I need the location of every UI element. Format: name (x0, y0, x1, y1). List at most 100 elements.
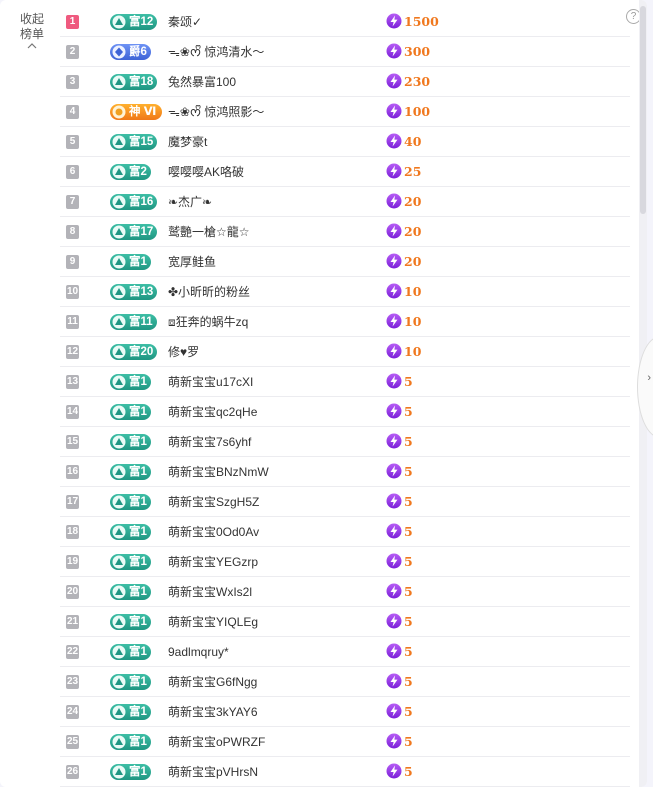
ranking-row[interactable]: 3 富18 兔然暴富100 230 (60, 67, 630, 97)
ranking-row[interactable]: 19 富1 萌新宝宝YEGzrp 5 (60, 547, 630, 577)
ranking-row[interactable]: 14 富1 萌新宝宝qc2qHe 5 (60, 397, 630, 427)
scrollbar-thumb[interactable] (640, 6, 646, 214)
ranking-row[interactable]: 5 富15 魔梦豪t 40 (60, 127, 630, 157)
rank-number: 9 (66, 255, 79, 269)
user-name[interactable]: 萌新宝宝BNzNmW (168, 464, 269, 480)
user-name[interactable]: 萌新宝宝0Od0Av (168, 524, 259, 540)
ranking-row[interactable]: 17 富1 萌新宝宝SzgH5Z 5 (60, 487, 630, 517)
collapse-ranking-button[interactable]: 收起榜单 (17, 12, 47, 49)
level-badge-label: 富1 (129, 406, 147, 418)
user-name[interactable]: 修♥罗 (168, 344, 199, 360)
fu-level-icon (112, 15, 126, 34)
fu-level-icon (112, 345, 126, 364)
level-badge: 富1 (110, 554, 151, 570)
ranking-row[interactable]: 16 富1 萌新宝宝BNzNmW 5 (60, 457, 630, 487)
ranking-row[interactable]: 20 富1 萌新宝宝WxIs2l 5 (60, 577, 630, 607)
user-name[interactable]: 秦颂✓ (168, 14, 202, 30)
fu-level-icon (112, 405, 126, 424)
ranking-row[interactable]: 8 富17 鹫艷一槍☆龍☆ 20 (60, 217, 630, 247)
user-name[interactable]: ᯓ❀ᰔᩚ 惊鸿照影～ (168, 104, 264, 120)
level-badge: 富13 (110, 284, 158, 300)
user-name[interactable]: 萌新宝宝qc2qHe (168, 404, 257, 420)
level-badge: 富2 (110, 164, 151, 180)
score-value: 5 (404, 764, 413, 779)
ranking-row[interactable]: 2 爵6 ᯓ❀ᰔᩚ 惊鸿清水～ 300 (60, 37, 630, 67)
ranking-row[interactable]: 22 富1 9adlmqruy* 5 (60, 637, 630, 667)
level-badge: 富1 (110, 494, 151, 510)
level-badge-label: 富1 (129, 676, 147, 688)
score-value: 5 (404, 434, 413, 449)
user-name[interactable]: 萌新宝宝YEGzrp (168, 554, 258, 570)
user-name[interactable]: ⧈狂奔的蜗牛zq (168, 314, 248, 330)
ranking-row[interactable]: 4 神 Ⅵ ᯓ❀ᰔᩚ 惊鸿照影～ 100 (60, 97, 630, 127)
ranking-row[interactable]: 21 富1 萌新宝宝YIQLEg 5 (60, 607, 630, 637)
level-badge-label: 富1 (129, 646, 147, 658)
level-badge: 富1 (110, 374, 151, 390)
ranking-row[interactable]: 15 富1 萌新宝宝7s6yhf 5 (60, 427, 630, 457)
score-value: 20 (404, 194, 422, 209)
score-value: 10 (404, 314, 422, 329)
ranking-row[interactable]: 6 富2 嘤嘤嘤AK咯破 25 (60, 157, 630, 187)
ranking-row[interactable]: 9 富1 宽厚鲑鱼 20 (60, 247, 630, 277)
ranking-row[interactable]: 10 富13 ✤小昕昕的粉丝 10 (60, 277, 630, 307)
user-name[interactable]: 萌新宝宝3kYAY6 (168, 704, 258, 720)
ranking-row[interactable]: 1 富12 秦颂✓ 1500 (60, 7, 630, 37)
ranking-row[interactable]: 11 富11 ⧈狂奔的蜗牛zq 10 (60, 307, 630, 337)
rank-number: 21 (66, 615, 79, 629)
user-name[interactable]: 萌新宝宝u17cXI (168, 374, 253, 390)
fu-level-icon (112, 135, 126, 154)
level-badge-label: 富20 (129, 346, 154, 358)
user-name[interactable]: 宽厚鲑鱼 (168, 254, 216, 270)
level-badge-label: 爵6 (129, 46, 147, 58)
score-value: 20 (404, 224, 422, 239)
level-badge-label: 富11 (129, 316, 153, 328)
user-name[interactable]: 萌新宝宝WxIs2l (168, 584, 252, 600)
score-value: 5 (404, 494, 413, 509)
ranking-row[interactable]: 18 富1 萌新宝宝0Od0Av 5 (60, 517, 630, 547)
rank-number: 13 (66, 375, 79, 389)
score-value: 5 (404, 644, 413, 659)
ranking-row[interactable]: 12 富20 修♥罗 10 (60, 337, 630, 367)
rank-number: 4 (66, 105, 79, 119)
user-name[interactable]: 魔梦豪t (168, 134, 207, 150)
fu-level-icon (112, 285, 126, 304)
chevron-right-icon[interactable]: › (647, 372, 651, 384)
ranking-row[interactable]: 13 富1 萌新宝宝u17cXI 5 (60, 367, 630, 397)
fu-level-icon (112, 375, 126, 394)
user-name[interactable]: 萌新宝宝pVHrsN (168, 764, 258, 780)
user-name[interactable]: 萌新宝宝7s6yhf (168, 434, 251, 450)
user-name[interactable]: 鹫艷一槍☆龍☆ (168, 224, 250, 240)
level-badge: 富1 (110, 434, 151, 450)
user-name[interactable]: ❧杰广❧ (168, 194, 212, 210)
ranking-row[interactable]: 23 富1 萌新宝宝G6fNgg 5 (60, 667, 630, 697)
user-name[interactable]: ✤小昕昕的粉丝 (168, 284, 250, 300)
rank-number: 18 (66, 525, 79, 539)
user-name[interactable]: ᯓ❀ᰔᩚ 惊鸿清水～ (168, 44, 264, 60)
ranking-list: 1 富12 秦颂✓ 1500 2 爵6 ᯓ❀ᰔᩚ 惊鸿清水～ 300 3 富18 兔然暴富100 23… (60, 7, 630, 787)
ranking-panel: 收起榜单 ? 1 富12 秦颂✓ 1500 2 爵6 ᯓ❀ᰔᩚ 惊鸿清水～ 300 3 富18 兔然… (0, 0, 647, 787)
ranking-row[interactable]: 24 富1 萌新宝宝3kYAY6 5 (60, 697, 630, 727)
rank-number: 23 (66, 675, 79, 689)
fu-level-icon (112, 225, 126, 244)
ranking-row[interactable]: 25 富1 萌新宝宝oPWRZF 5 (60, 727, 630, 757)
user-name[interactable]: 萌新宝宝G6fNgg (168, 674, 257, 690)
user-name[interactable]: 萌新宝宝YIQLEg (168, 614, 258, 630)
rank-number: 5 (66, 135, 79, 149)
user-name[interactable]: 嘤嘤嘤AK咯破 (168, 164, 244, 180)
level-badge-label: 富1 (129, 586, 147, 598)
score-value: 5 (404, 584, 413, 599)
user-name[interactable]: 萌新宝宝SzgH5Z (168, 494, 259, 510)
user-name[interactable]: 兔然暴富100 (168, 74, 236, 90)
collapse-ranking-label: 收起榜单 (19, 12, 44, 41)
level-badge-label: 富1 (129, 496, 147, 508)
ranking-row[interactable]: 26 富1 萌新宝宝pVHrsN 5 (60, 757, 630, 787)
fu-level-icon (112, 765, 126, 784)
level-badge: 富15 (110, 134, 158, 150)
fu-level-icon (112, 465, 126, 484)
fu-level-icon (112, 75, 126, 94)
user-name[interactable]: 9adlmqruy* (168, 644, 229, 660)
rank-number: 8 (66, 225, 79, 239)
score-value: 5 (404, 614, 413, 629)
ranking-row[interactable]: 7 富16 ❧杰广❧ 20 (60, 187, 630, 217)
user-name[interactable]: 萌新宝宝oPWRZF (168, 734, 265, 750)
